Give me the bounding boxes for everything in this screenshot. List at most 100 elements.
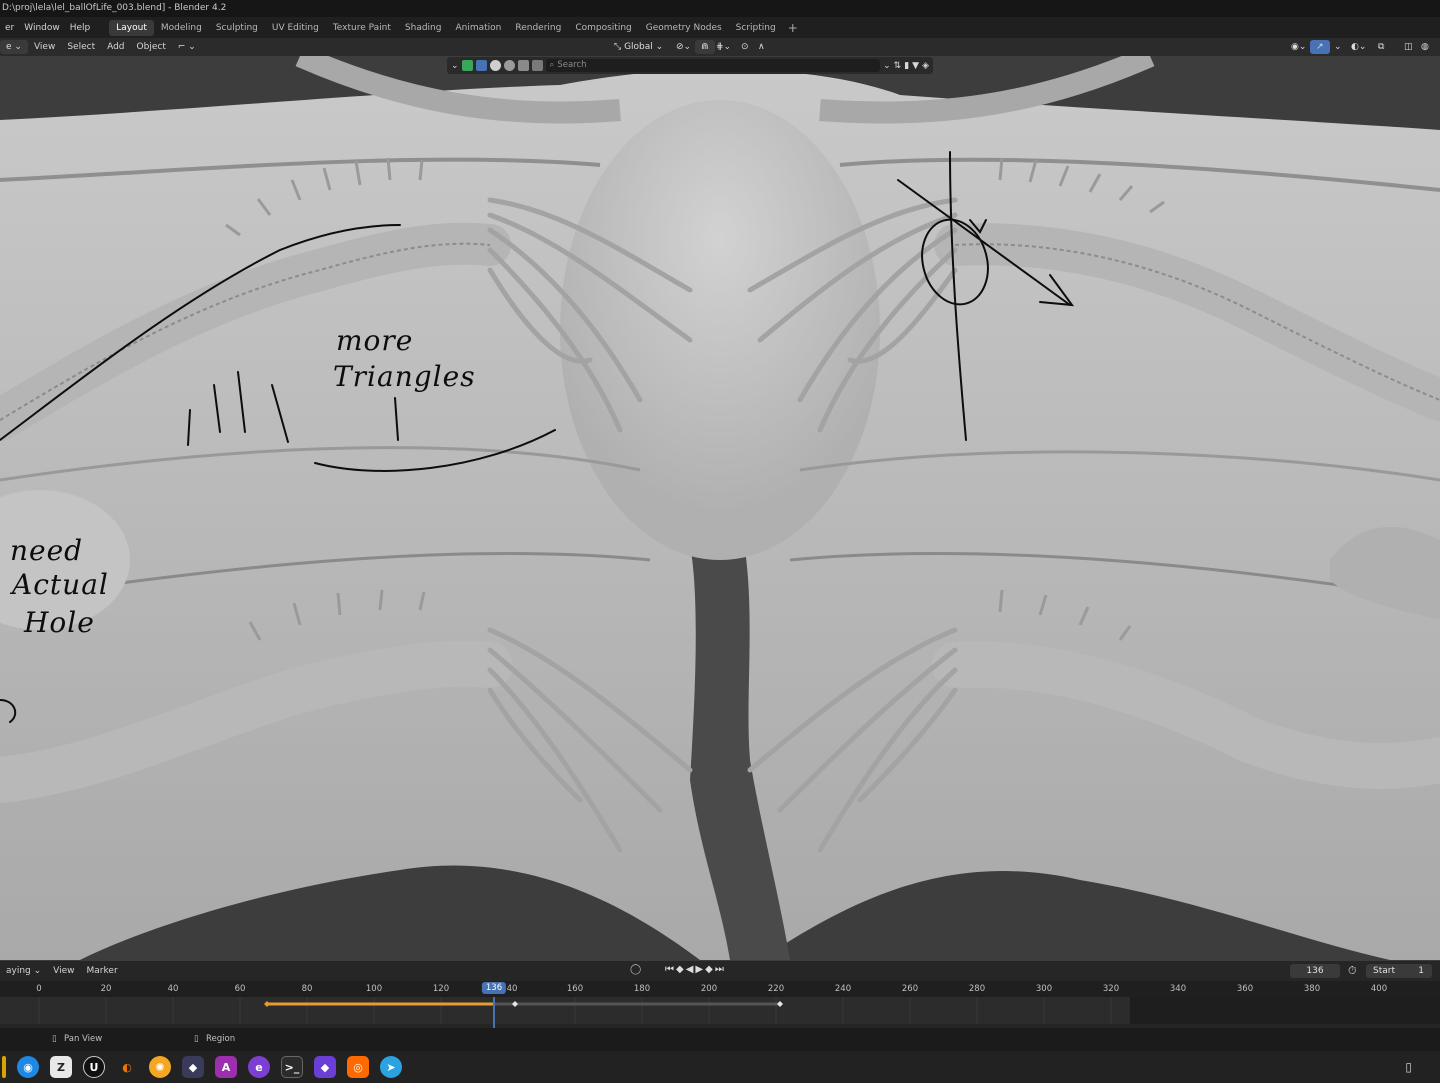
snap-icon: ⌐ <box>177 42 186 52</box>
3d-viewport[interactable]: ⌄ ⌕ Search ⌄ ⇅ ▮ ▼ ◈ more Triangles need… <box>0 56 1440 961</box>
menu-select[interactable]: Select <box>61 42 101 52</box>
keyframe-track[interactable] <box>0 997 1440 1028</box>
jump-end-icon[interactable]: ⏭ <box>715 964 726 975</box>
jump-start-icon[interactable]: ⏮ <box>665 964 676 975</box>
gizmo-toggle[interactable]: ↗ <box>1310 40 1330 54</box>
pivot-dropdown[interactable]: ⊘ ⌄ <box>670 40 697 54</box>
tab-modeling[interactable]: Modeling <box>154 20 209 36</box>
window-title: D:\proj\lela\lel_ballOfLife_003.blend] -… <box>0 0 1440 17</box>
snap-target-dropdown[interactable]: ⋕ ⌄ <box>710 40 737 54</box>
unreal-icon[interactable]: U <box>83 1056 105 1078</box>
mode-dropdown[interactable]: e ⌄ <box>0 40 28 54</box>
sun-app-icon[interactable]: ✺ <box>149 1056 171 1078</box>
tab-scripting[interactable]: Scripting <box>729 20 783 36</box>
start-frame-field[interactable]: Start 1 <box>1366 964 1432 978</box>
taskbar-app-partial[interactable] <box>2 1056 6 1078</box>
material-filter-icon[interactable] <box>503 60 515 71</box>
tick-label: 160 <box>566 984 584 994</box>
tab-texture-paint[interactable]: Texture Paint <box>326 20 398 36</box>
play-icon[interactable]: ▶ <box>695 964 705 975</box>
emacs-icon[interactable]: e <box>248 1056 270 1078</box>
tab-geometry-nodes[interactable]: Geometry Nodes <box>639 20 729 36</box>
falloff-icon: ∧ <box>758 42 765 52</box>
autokey-icon[interactable]: ◯ <box>630 964 641 975</box>
sculpt-mesh <box>0 56 1440 961</box>
light-filter-icon[interactable] <box>517 60 529 71</box>
overlay-toggle[interactable]: ◐ ⌄ <box>1345 40 1372 54</box>
overlay-icon: ◐ <box>1351 42 1359 52</box>
add-workspace-button[interactable]: + <box>783 21 803 35</box>
transform-orientation-dropdown[interactable]: ⤡ Global ⌄ <box>608 40 669 54</box>
tick-label: 80 <box>301 984 313 994</box>
davinci-icon[interactable]: ◆ <box>182 1056 204 1078</box>
mesh-filter-icon[interactable] <box>489 60 501 71</box>
bookmark-icon[interactable]: ▮ <box>904 61 909 71</box>
start-label: Start <box>1373 966 1395 976</box>
obsidian-icon[interactable]: ◆ <box>314 1056 336 1078</box>
camera-filter-icon[interactable] <box>531 60 543 71</box>
tick-label: 400 <box>1370 984 1388 994</box>
tick-label: 300 <box>1035 984 1053 994</box>
tab-compositing[interactable]: Compositing <box>568 20 638 36</box>
tab-layout[interactable]: Layout <box>109 19 154 36</box>
tick-label: 100 <box>365 984 383 994</box>
menu-file-partial[interactable]: er <box>0 23 19 33</box>
chevron-down-icon[interactable]: ⌄ <box>451 61 459 71</box>
timeline-menu-view[interactable]: View <box>47 966 80 976</box>
chevron-down-icon[interactable]: ⌄ <box>883 61 891 71</box>
houdini-icon[interactable]: ◎ <box>347 1056 369 1078</box>
blender-icon[interactable]: ◐ <box>116 1056 138 1078</box>
timeline-header: aying ⌄ View Marker ◯ ⏮◆◀▶◆⏭ 136 ⏱ Start… <box>0 961 1440 981</box>
tab-rendering[interactable]: Rendering <box>508 20 568 36</box>
stopwatch-icon[interactable]: ⏱ <box>1348 964 1357 978</box>
annotation-need: need <box>10 534 84 567</box>
os-taskbar: ◉ Z U ◐ ✺ ◆ A e >_ ◆ ◎ ➤ ▯ <box>0 1051 1440 1083</box>
play-reverse-icon[interactable]: ◀ <box>686 964 696 975</box>
object-filter-icon[interactable] <box>475 60 487 71</box>
playback-label: aying <box>6 966 31 976</box>
menu-window[interactable]: Window <box>19 23 65 33</box>
timeline-ruler[interactable]: 0 20 40 60 80 100 120 40 160 180 200 220… <box>0 981 1440 997</box>
statusbar: ▯ Pan View ▯ Region <box>0 1028 1440 1051</box>
sort-icon[interactable]: ⇅ <box>894 61 902 71</box>
annotation-triangles: Triangles <box>333 360 476 393</box>
tick-label: 0 <box>36 984 42 994</box>
playhead-label[interactable]: 136 <box>481 982 507 994</box>
tick-label: 120 <box>432 984 450 994</box>
top-menubar: er Window Help Layout Modeling Sculpting… <box>0 17 1440 38</box>
tick-label: 340 <box>1169 984 1187 994</box>
tab-animation[interactable]: Animation <box>448 20 508 36</box>
viewport-header: e ⌄ View Select Add Object ⌐ ⌄ ⤡ Global … <box>0 38 1440 56</box>
terminal-icon[interactable]: >_ <box>281 1056 303 1078</box>
menu-help[interactable]: Help <box>65 23 96 33</box>
shield-icon[interactable]: ◈ <box>922 61 929 71</box>
timeline-menu-marker[interactable]: Marker <box>81 966 124 976</box>
telegram-icon[interactable]: ➤ <box>380 1056 402 1078</box>
tick-label: 220 <box>767 984 785 994</box>
menu-add[interactable]: Add <box>101 42 130 52</box>
playback-dropdown[interactable]: aying ⌄ <box>0 966 47 976</box>
filter-icon[interactable]: ▼ <box>912 61 919 71</box>
xray-toggle[interactable]: ⧉ <box>1372 40 1390 54</box>
tab-sculpting[interactable]: Sculpting <box>209 20 265 36</box>
affinity-icon[interactable]: A <box>215 1056 237 1078</box>
search-input[interactable]: ⌕ Search <box>545 59 881 72</box>
tab-shading[interactable]: Shading <box>398 20 449 36</box>
prev-key-icon[interactable]: ◆ <box>676 964 686 975</box>
tab-uv-editing[interactable]: UV Editing <box>265 20 326 36</box>
visibility-dropdown[interactable]: ◉ ⌄ <box>1285 40 1312 54</box>
snap-grid-icon: ⋕ <box>716 42 724 52</box>
menu-view[interactable]: View <box>28 42 61 52</box>
next-key-icon[interactable]: ◆ <box>705 964 715 975</box>
menu-object[interactable]: Object <box>131 42 172 52</box>
falloff-dropdown[interactable]: ∧ <box>752 40 771 54</box>
start-value: 1 <box>1418 966 1424 976</box>
scene-icon[interactable] <box>461 60 473 71</box>
current-frame-field[interactable]: 136 <box>1290 964 1340 978</box>
zbrush-icon[interactable]: Z <box>50 1056 72 1078</box>
shading-solid[interactable]: ◍ <box>1415 40 1435 54</box>
snap-dropdown[interactable]: ⌐ ⌄ <box>172 40 202 54</box>
tick-label: 360 <box>1236 984 1254 994</box>
browser-icon[interactable]: ◉ <box>17 1056 39 1078</box>
battery-icon[interactable]: ▯ <box>1405 1060 1412 1074</box>
